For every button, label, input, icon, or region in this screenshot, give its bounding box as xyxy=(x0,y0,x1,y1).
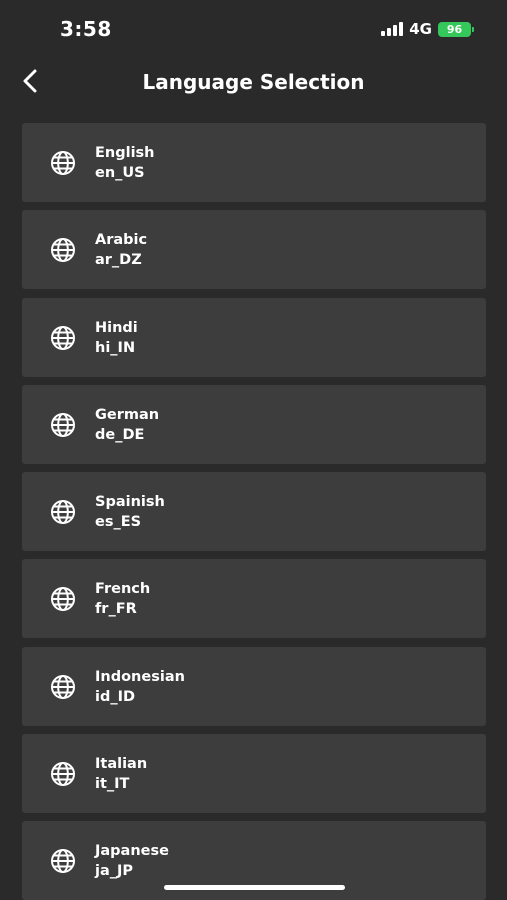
language-item-es-es[interactable]: Spainish es_ES xyxy=(22,472,486,552)
language-item-id-id[interactable]: Indonesian id_ID xyxy=(22,646,486,726)
status-time: 3:58 xyxy=(60,17,112,41)
globe-icon xyxy=(51,412,75,437)
globe-icon xyxy=(51,587,75,612)
language-name: Hindi xyxy=(95,319,138,336)
header: Language Selection xyxy=(0,56,507,108)
language-code: ja_JP xyxy=(95,863,134,880)
home-indicator[interactable] xyxy=(164,885,345,890)
language-item-ar-dz[interactable]: Arabic ar_DZ xyxy=(22,210,486,290)
globe-icon xyxy=(51,762,75,787)
battery-icon: 96 xyxy=(438,21,474,37)
language-name: Spainish xyxy=(95,494,165,511)
language-code: it_IT xyxy=(95,776,130,793)
language-item-it-it[interactable]: Italian it_IT xyxy=(22,734,486,814)
language-list: English en_US Arabic ar_DZ Hindi hi_IN G… xyxy=(22,123,486,900)
language-name: English xyxy=(95,145,155,161)
globe-icon xyxy=(51,500,75,525)
globe-icon xyxy=(51,238,75,263)
language-name: French xyxy=(95,581,151,598)
language-name: Arabic xyxy=(95,232,148,249)
language-code: es_ES xyxy=(95,514,142,531)
language-name: German xyxy=(95,406,160,423)
language-code: id_ID xyxy=(95,688,136,705)
language-code: de_DE xyxy=(95,426,145,443)
language-code: ar_DZ xyxy=(95,252,142,269)
page-title: Language Selection xyxy=(142,70,365,94)
language-item-fr-fr[interactable]: French fr_FR xyxy=(22,559,486,639)
language-item-de-de[interactable]: German de_DE xyxy=(22,384,486,464)
language-name: Indonesian xyxy=(95,668,185,685)
globe-icon xyxy=(51,325,75,350)
language-name: Japanese xyxy=(95,843,169,860)
language-selection-screen: 3:58 4G 96 Language Selection English en… xyxy=(0,0,507,900)
status-indicators: 4G 96 xyxy=(381,20,474,38)
language-code: hi_IN xyxy=(95,339,136,356)
globe-icon xyxy=(51,674,75,699)
network-type: 4G xyxy=(409,20,432,38)
language-item-en-us[interactable]: English en_US xyxy=(22,123,486,202)
battery-level: 96 xyxy=(446,22,463,36)
language-code: en_US xyxy=(95,165,145,181)
language-item-hi-in[interactable]: Hindi hi_IN xyxy=(22,297,486,377)
globe-icon xyxy=(51,151,75,175)
globe-icon xyxy=(51,849,75,874)
status-bar: 3:58 4G 96 xyxy=(0,0,507,56)
language-name: Italian xyxy=(95,756,148,773)
language-code: fr_FR xyxy=(95,601,137,618)
signal-icon xyxy=(381,22,404,36)
